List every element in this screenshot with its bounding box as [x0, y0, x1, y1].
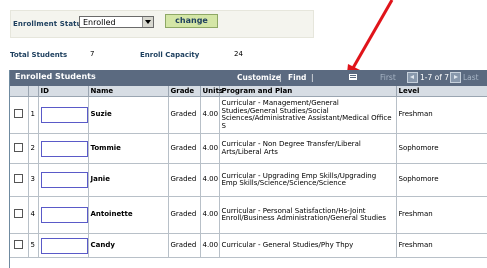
- table-row: 3 Janie Graded 4.00 Curricular - Upgradi…: [10, 163, 487, 197]
- enrollment-status-label: Enrollment Status: [13, 20, 86, 28]
- download-icon[interactable]: [349, 73, 357, 81]
- row-number: 3: [28, 163, 39, 197]
- column-header-program[interactable]: Program and Plan: [219, 86, 397, 97]
- table-row: 1 Suzie Graded 4.00 Curricular - Managem…: [10, 96, 487, 134]
- column-header-name[interactable]: Name: [88, 86, 169, 97]
- units: 4.00: [200, 133, 220, 164]
- customize-link[interactable]: Customize: [237, 73, 281, 82]
- last-page-link[interactable]: Last: [463, 73, 479, 82]
- enrollment-status-value: Enrolled: [83, 18, 116, 27]
- total-students-label: Total Students: [10, 51, 68, 59]
- row-number: 2: [28, 133, 39, 164]
- column-header-level[interactable]: Level: [396, 86, 487, 97]
- units: 4.00: [200, 196, 220, 234]
- program-and-plan: Curricular - Personal Satisfaction/Hs-Jo…: [219, 196, 397, 234]
- grid-title: Enrolled Students: [15, 72, 96, 81]
- row-range: 1-7 of 7: [420, 73, 450, 82]
- student-id-input[interactable]: [40, 207, 88, 223]
- students-table: ID Name Grade Units Program and Plan Lev…: [10, 86, 487, 258]
- level: Freshman: [396, 233, 487, 258]
- grade-basis: Graded: [168, 233, 201, 258]
- row-checkbox[interactable]: [14, 209, 24, 219]
- column-header-units[interactable]: Units: [200, 86, 223, 97]
- separator: |: [279, 73, 282, 82]
- student-name: Suzie: [88, 96, 169, 134]
- enroll-capacity-label: Enroll Capacity: [140, 51, 200, 59]
- first-page-link[interactable]: First: [380, 73, 396, 82]
- row-number: 4: [28, 196, 39, 234]
- program-and-plan: Curricular - Non Degree Transfer/Liberal…: [219, 133, 397, 164]
- program-and-plan: Curricular - Upgrading Emp Skills/Upgrad…: [219, 163, 397, 197]
- student-id-input[interactable]: [40, 237, 88, 254]
- level: Sophomore: [396, 133, 487, 164]
- enrolled-students-grid: Enrolled Students Customize | Find | Fir…: [9, 70, 487, 268]
- program-and-plan: Curricular - Management/General Studies/…: [219, 96, 397, 134]
- change-button[interactable]: change: [165, 14, 218, 28]
- column-header-select: [10, 86, 29, 97]
- row-checkbox[interactable]: [14, 174, 24, 184]
- table-row: 5 Candy Graded 4.00 Curricular - General…: [10, 233, 487, 258]
- student-name: Tommie: [88, 133, 169, 164]
- level: Sophomore: [396, 163, 487, 197]
- student-name: Candy: [88, 233, 169, 258]
- units: 4.00: [200, 233, 220, 258]
- column-header-row: ID Name Grade Units Program and Plan Lev…: [10, 86, 487, 97]
- grid-title-bar: Enrolled Students Customize | Find | Fir…: [10, 70, 487, 86]
- level: Freshman: [396, 196, 487, 234]
- student-id-input[interactable]: [40, 107, 88, 123]
- student-name: Antoinette: [88, 196, 169, 234]
- grade-basis: Graded: [168, 196, 201, 234]
- separator: |: [311, 73, 314, 82]
- units: 4.00: [200, 163, 220, 197]
- column-header-rownum: [28, 86, 39, 97]
- enroll-capacity-value: 24: [234, 50, 243, 58]
- find-link[interactable]: Find: [288, 73, 306, 82]
- units: 4.00: [200, 96, 220, 134]
- column-header-id[interactable]: ID: [38, 86, 89, 97]
- student-id-input[interactable]: [40, 140, 88, 157]
- enrollment-status-select[interactable]: Enrolled: [79, 16, 154, 28]
- student-name: Janie: [88, 163, 169, 197]
- row-checkbox[interactable]: [14, 109, 24, 119]
- grade-basis: Graded: [168, 163, 201, 197]
- total-students-value: 7: [90, 50, 95, 58]
- next-page-icon[interactable]: [450, 72, 461, 83]
- row-checkbox[interactable]: [14, 142, 24, 152]
- previous-page-icon[interactable]: [407, 72, 418, 83]
- table-row: 4 Antoinette Graded 4.00 Curricular - Pe…: [10, 196, 487, 234]
- row-number: 5: [28, 233, 39, 258]
- dropdown-arrow-icon[interactable]: [142, 17, 153, 27]
- row-number: 1: [28, 96, 39, 134]
- student-id-input[interactable]: [40, 172, 88, 188]
- row-checkbox[interactable]: [14, 239, 24, 249]
- column-header-grade[interactable]: Grade: [168, 86, 201, 97]
- grade-basis: Graded: [168, 96, 201, 134]
- level: Freshman: [396, 96, 487, 134]
- program-and-plan: Curricular - General Studies/Phy Thpy: [219, 233, 397, 258]
- table-row: 2 Tommie Graded 4.00 Curricular - Non De…: [10, 133, 487, 164]
- grade-basis: Graded: [168, 133, 201, 164]
